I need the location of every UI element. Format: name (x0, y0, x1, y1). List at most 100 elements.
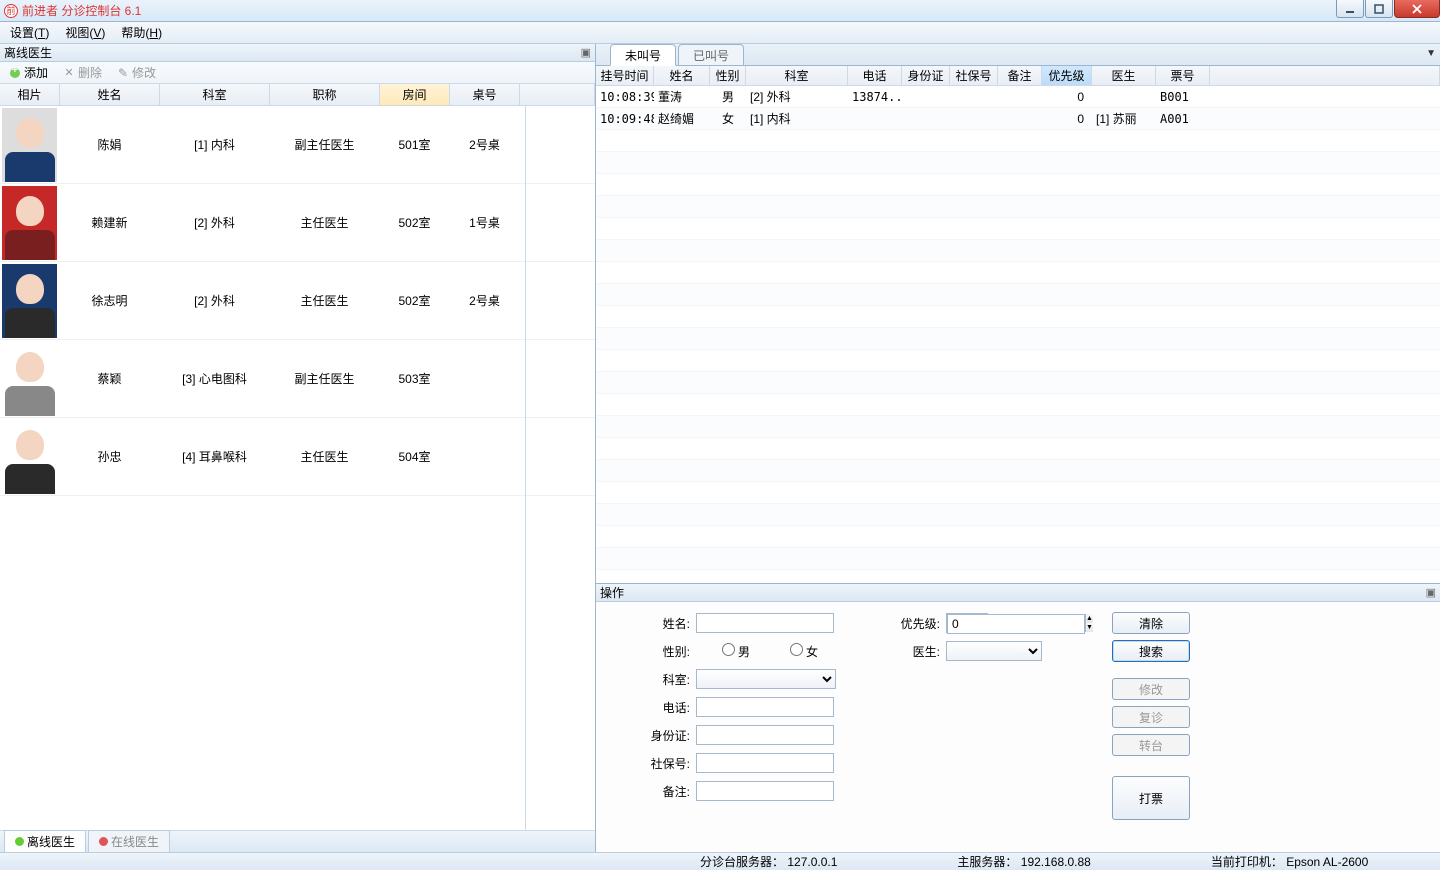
doctor-photo (2, 108, 57, 182)
radio-female[interactable]: 女 (764, 643, 818, 660)
label-id: 身份证: (636, 727, 690, 744)
qcol-id[interactable]: 身份证 (902, 66, 950, 85)
qcol-tel[interactable]: 电话 (848, 66, 902, 85)
doctor-title: 主任医生 (270, 262, 380, 339)
doctor-title: 副主任医生 (270, 106, 380, 183)
label-sex: 性别: (636, 643, 690, 660)
doctor-table-body: 陈娟 [1] 内科 副主任医生 501室 2号桌 赖建新 [2] 外科 主任医生… (0, 106, 595, 830)
app-icon: 前 (4, 4, 18, 18)
transfer-button[interactable]: 转台 (1112, 734, 1190, 756)
doctor-photo (2, 342, 57, 416)
dept-select[interactable] (696, 669, 836, 689)
clear-button[interactable]: 清除 (1112, 612, 1190, 634)
edit-doctor-button[interactable]: 修改 (112, 63, 160, 82)
left-pane-header: 离线医生 ▣ (0, 44, 595, 62)
window-titlebar: 前 前进者 分诊控制台 6.1 (0, 0, 1440, 22)
col-title[interactable]: 职称 (270, 84, 380, 105)
col-photo[interactable]: 相片 (0, 84, 60, 105)
status-main: 主服务器： 192.168.0.88 (957, 853, 1090, 870)
doctor-room: 504室 (380, 418, 450, 495)
qcol-note[interactable]: 备注 (998, 66, 1042, 85)
pin-icon[interactable]: ▣ (581, 46, 591, 59)
right-pane: 未叫号 已叫号 ▼ 挂号时间 姓名 性别 科室 电话 身份证 社保号 备注 优先… (596, 44, 1440, 852)
qcol-priority[interactable]: 优先级 (1042, 66, 1092, 85)
doctor-dept: [2] 外科 (160, 184, 270, 261)
doctor-toolbar: 添加 删除 修改 (0, 62, 595, 84)
add-doctor-button[interactable]: 添加 (4, 63, 52, 82)
note-field[interactable] (696, 781, 834, 801)
delete-icon (62, 66, 76, 80)
op-title: 操作 (600, 584, 624, 601)
doctor-row[interactable]: 赖建新 [2] 外科 主任医生 502室 1号桌 (0, 184, 595, 262)
doctor-table (450, 340, 520, 417)
menu-settings[interactable]: 设置(T) (10, 24, 49, 41)
qcol-ticket[interactable]: 票号 (1156, 66, 1210, 85)
qcol-time[interactable]: 挂号时间 (596, 66, 654, 85)
doctor-room: 502室 (380, 184, 450, 261)
modify-button[interactable]: 修改 (1112, 678, 1190, 700)
radio-male[interactable]: 男 (696, 643, 750, 660)
tab-uncalled[interactable]: 未叫号 (610, 44, 676, 66)
left-bottom-tabs: 离线医生 在线医生 (0, 830, 595, 852)
qcol-dept[interactable]: 科室 (746, 66, 848, 85)
qcol-sex[interactable]: 性别 (710, 66, 746, 85)
qcol-ss[interactable]: 社保号 (950, 66, 998, 85)
ss-field[interactable] (696, 753, 834, 773)
window-title: 前进者 分诊控制台 6.1 (22, 2, 141, 19)
doctor-room: 502室 (380, 262, 450, 339)
doctor-name: 陈娟 (60, 106, 160, 183)
left-pane-title: 离线医生 (4, 44, 52, 61)
minimize-button[interactable] (1336, 0, 1364, 18)
status-dot-icon (15, 837, 24, 846)
delete-doctor-button[interactable]: 删除 (58, 63, 106, 82)
priority-stepper[interactable]: ▲▼ (946, 613, 988, 633)
doctor-photo (2, 420, 57, 494)
tab-called[interactable]: 已叫号 (678, 44, 744, 66)
menu-view[interactable]: 视图(V) (65, 24, 105, 41)
tab-offline-doctors[interactable]: 离线医生 (4, 830, 86, 852)
status-bar: 分诊台服务器： 127.0.0.1 主服务器： 192.168.0.88 当前打… (0, 852, 1440, 870)
spin-up-icon[interactable]: ▲ (1086, 614, 1093, 623)
doctor-row[interactable]: 孙忠 [4] 耳鼻喉科 主任医生 504室 (0, 418, 595, 496)
tel-field[interactable] (696, 697, 834, 717)
doctor-table: 1号桌 (450, 184, 520, 261)
pin-icon[interactable]: ▣ (1426, 586, 1436, 599)
maximize-button[interactable] (1365, 0, 1393, 18)
tab-online-doctors[interactable]: 在线医生 (88, 830, 170, 852)
doctor-name: 徐志明 (60, 262, 160, 339)
doctor-row[interactable]: 陈娟 [1] 内科 副主任医生 501室 2号桌 (0, 106, 595, 184)
print-ticket-button[interactable]: 打票 (1112, 776, 1190, 820)
queue-panel: 未叫号 已叫号 ▼ 挂号时间 姓名 性别 科室 电话 身份证 社保号 备注 优先… (596, 44, 1440, 584)
col-dept[interactable]: 科室 (160, 84, 270, 105)
doctor-table: 2号桌 (450, 106, 520, 183)
doctor-room: 503室 (380, 340, 450, 417)
add-icon (8, 66, 22, 80)
doctor-row[interactable]: 蔡颖 [3] 心电图科 副主任医生 503室 (0, 340, 595, 418)
name-field[interactable] (696, 613, 834, 633)
doctor-select[interactable] (946, 641, 1042, 661)
label-tel: 电话: (636, 699, 690, 716)
doctor-title: 主任医生 (270, 184, 380, 261)
col-table[interactable]: 桌号 (450, 84, 520, 105)
doctor-title: 主任医生 (270, 418, 380, 495)
doctor-row[interactable]: 徐志明 [2] 外科 主任医生 502室 2号桌 (0, 262, 595, 340)
tab-dropdown-icon[interactable]: ▼ (1426, 48, 1436, 59)
id-field[interactable] (696, 725, 834, 745)
queue-row[interactable]: 10:08:39 董涛 男 [2] 外科 13874... 0 B001 (596, 86, 1440, 108)
menu-help[interactable]: 帮助(H) (121, 24, 162, 41)
menu-bar: 设置(T) 视图(V) 帮助(H) (0, 22, 1440, 44)
col-name[interactable]: 姓名 (60, 84, 160, 105)
doctor-name: 赖建新 (60, 184, 160, 261)
qcol-name[interactable]: 姓名 (654, 66, 710, 85)
label-doctor: 医生: (886, 643, 940, 660)
spin-down-icon[interactable]: ▼ (1086, 623, 1093, 632)
status-dot-icon (99, 837, 108, 846)
close-button[interactable] (1394, 0, 1440, 18)
queue-row[interactable]: 10:09:48 赵绮媚 女 [1] 内科 0 [1] 苏丽 A001 (596, 108, 1440, 130)
qcol-doctor[interactable]: 医生 (1092, 66, 1156, 85)
search-button[interactable]: 搜索 (1112, 640, 1190, 662)
status-printer: 当前打印机： Epson AL-2600 (1211, 853, 1368, 870)
col-room[interactable]: 房间 (380, 84, 450, 105)
revisit-button[interactable]: 复诊 (1112, 706, 1190, 728)
label-ss: 社保号: (636, 755, 690, 772)
